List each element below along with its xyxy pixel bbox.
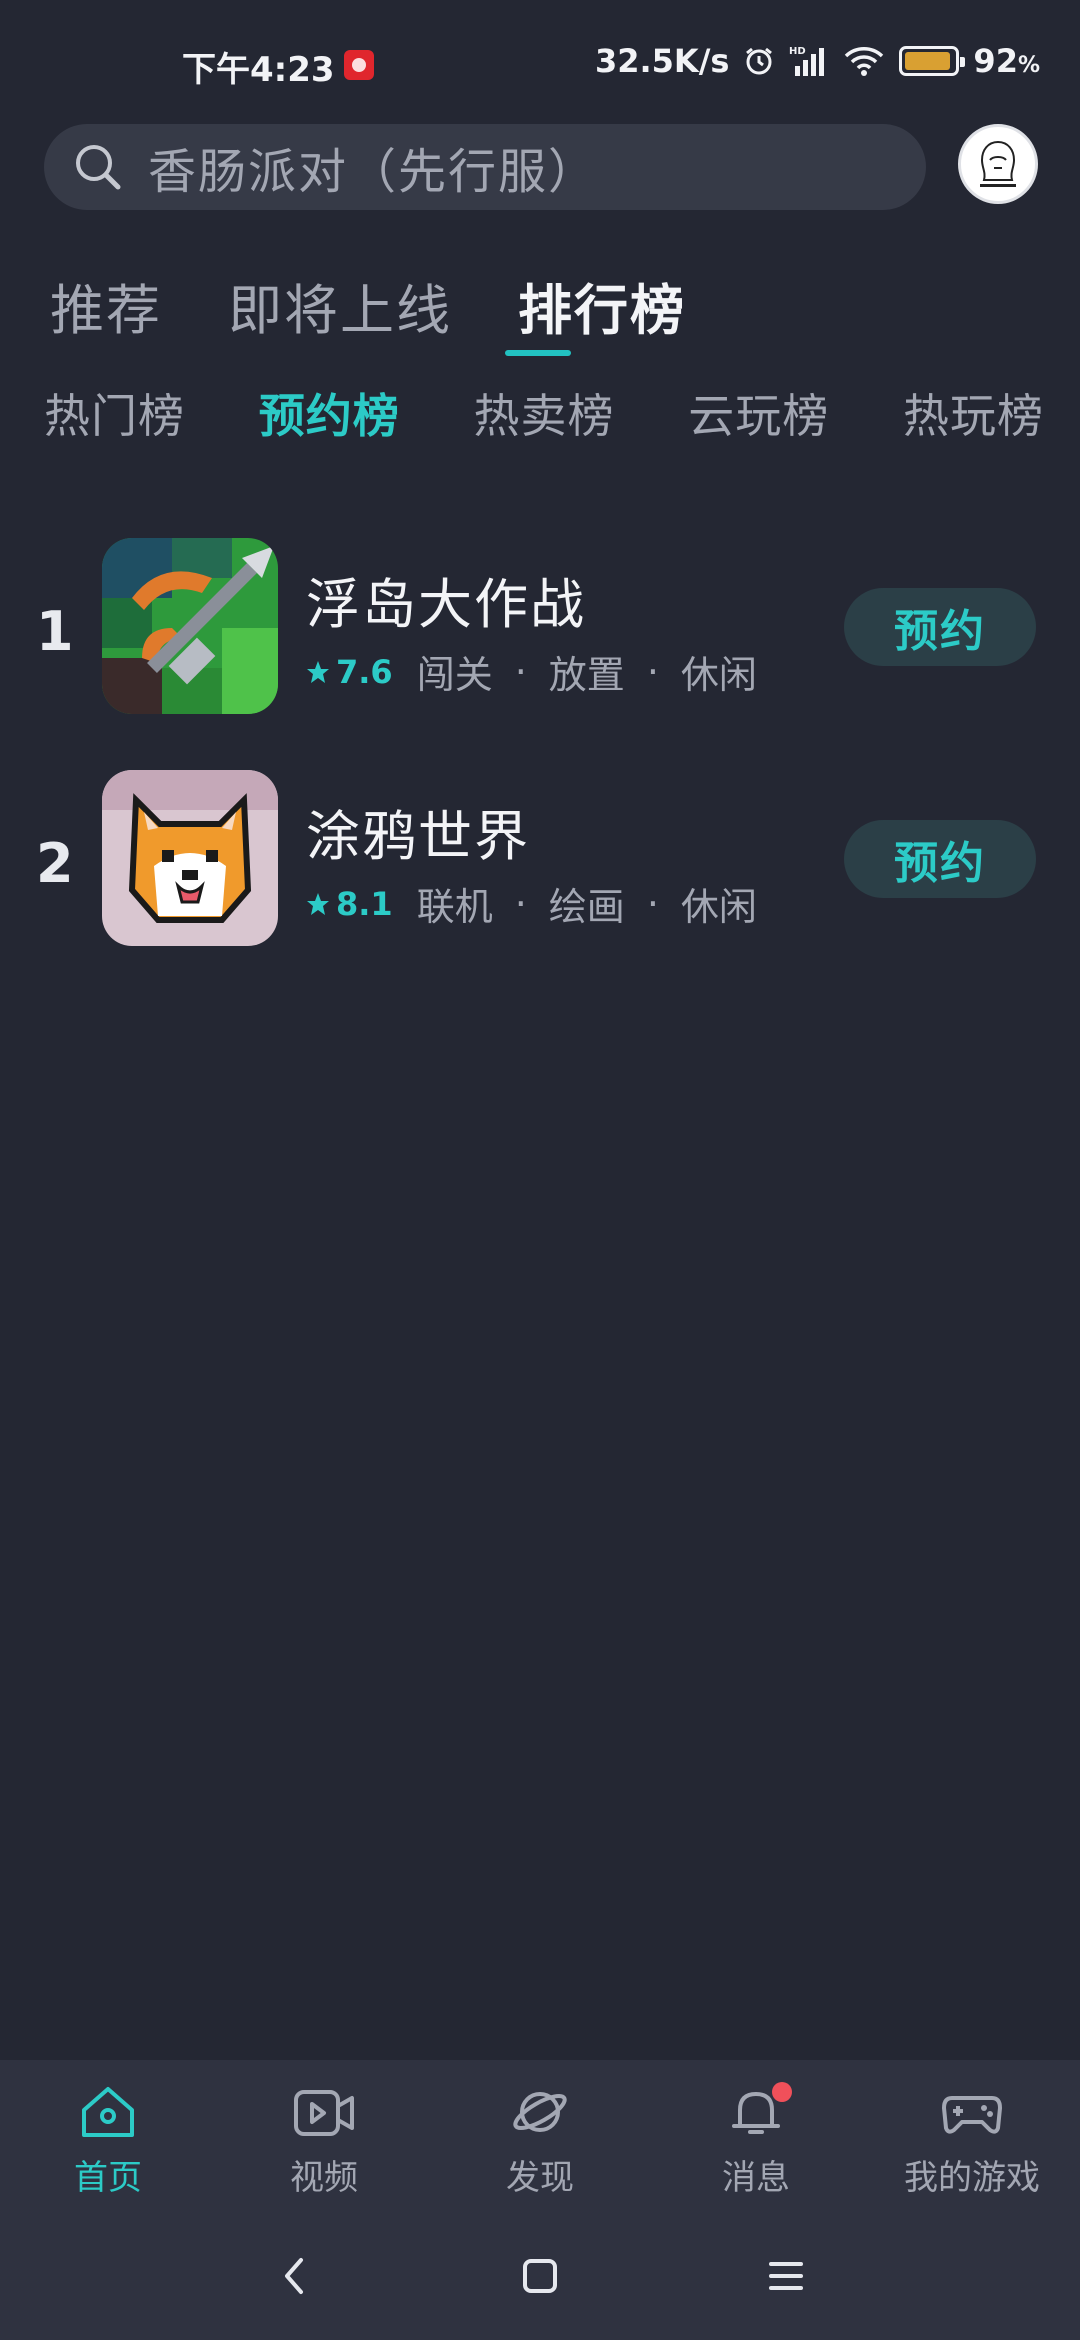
separator-dot: ·: [514, 881, 527, 926]
subtab-bestseller[interactable]: 热卖榜: [474, 380, 615, 446]
square-home-icon: [523, 2259, 557, 2293]
ranking-sub-tabs: 热门榜 预约榜 热卖榜 云玩榜 热玩榜: [44, 380, 1044, 446]
tag: 放置: [548, 653, 625, 697]
crossbow-game-icon: [102, 538, 278, 714]
system-nav-bar: [0, 2212, 1080, 2340]
separator-dot: ·: [646, 649, 659, 694]
home-button[interactable]: [510, 2246, 570, 2306]
game-icon[interactable]: [102, 538, 278, 714]
game-icon[interactable]: [102, 770, 278, 946]
home-icon: [82, 2087, 134, 2137]
nav-video[interactable]: 视频: [216, 2060, 432, 2212]
rating-value: 8.1: [336, 884, 393, 923]
tag: 休闲: [680, 885, 757, 929]
back-icon: [285, 2258, 303, 2294]
tag: 休闲: [680, 653, 757, 697]
tag: 绘画: [548, 885, 625, 929]
nav-label: 我的游戏: [904, 2158, 1040, 2198]
separator-dot: ·: [646, 881, 659, 926]
star-icon: [307, 892, 329, 915]
list-item[interactable]: 1 浮岛大作战 7.6 闯关 · 放置 · 休闲 预约: [0, 538, 1080, 770]
rank-number: 2: [36, 832, 74, 895]
game-meta: 7.6 闯关 · 放置 · 休闲: [306, 644, 757, 699]
gamepad-icon: [942, 2096, 1002, 2134]
shiba-dog-game-icon: [102, 770, 278, 946]
signal-icon: HD: [789, 46, 825, 76]
battery-percent: 92%: [973, 42, 1040, 80]
nav-label: 发现: [506, 2158, 574, 2198]
menu-button[interactable]: [756, 2246, 816, 2306]
battery-icon: [899, 46, 966, 76]
rank-number: 1: [36, 600, 74, 663]
avatar-image: [980, 140, 1016, 187]
rating: 8.1: [306, 885, 393, 923]
alarm-icon: [746, 47, 773, 75]
game-title[interactable]: 浮岛大作战: [306, 560, 586, 639]
subtab-cloud[interactable]: 云玩榜: [688, 380, 829, 446]
notification-app-icon: [344, 50, 374, 80]
search-bar[interactable]: 香肠派对（先行服）: [44, 124, 926, 210]
unread-badge: [772, 2082, 792, 2102]
game-meta: 8.1 联机 · 绘画 · 休闲: [306, 876, 757, 931]
top-tabs: 推荐 即将上线 排行榜: [50, 266, 686, 345]
ranking-list: 1 浮岛大作战 7.6 闯关 · 放置 · 休闲 预约 2 涂鸦世界 8.1 联…: [0, 538, 1080, 1002]
tag: 闯关: [416, 653, 493, 697]
tab-ranking[interactable]: 排行榜: [518, 266, 686, 345]
tab-upcoming[interactable]: 即将上线: [228, 266, 452, 345]
rating: 7.6: [306, 653, 393, 691]
nav-discover[interactable]: 发现: [432, 2060, 648, 2212]
video-icon: [294, 2090, 354, 2136]
planet-icon: [513, 2092, 567, 2132]
tab-recommend[interactable]: 推荐: [50, 266, 162, 345]
network-speed: 32.5K/s: [594, 42, 730, 80]
reserve-button[interactable]: 预约: [844, 588, 1036, 666]
wifi-icon: [845, 47, 884, 76]
status-time: 下午4:23: [182, 50, 335, 90]
menu-icon: [769, 2262, 803, 2290]
battery-level: [905, 52, 950, 70]
game-title[interactable]: 涂鸦世界: [306, 792, 530, 871]
nav-my-games[interactable]: 我的游戏: [864, 2060, 1080, 2212]
back-button[interactable]: [264, 2246, 324, 2306]
status-indicators: 32.5K/s HD 92%: [595, 42, 1040, 80]
list-item[interactable]: 2 涂鸦世界 8.1 联机 · 绘画 · 休闲 预约: [0, 770, 1080, 1002]
nav-messages[interactable]: 消息: [648, 2060, 864, 2212]
star-icon: [307, 660, 329, 683]
search-placeholder: 香肠派对（先行服）: [148, 144, 599, 200]
nav-label: 视频: [290, 2158, 358, 2198]
subtab-reserve[interactable]: 预约榜: [259, 380, 400, 446]
rating-value: 7.6: [336, 652, 393, 691]
subtab-hot[interactable]: 热门榜: [44, 380, 185, 446]
nav-label: 首页: [74, 2158, 142, 2198]
separator-dot: ·: [514, 649, 527, 694]
nav-label: 消息: [722, 2158, 790, 2198]
search-icon: [76, 145, 121, 190]
subtab-hot-play[interactable]: 热玩榜: [903, 380, 1044, 446]
status-bar: 下午4:23 32.5K/s HD 92%: [0, 0, 1080, 130]
tag: 联机: [416, 885, 493, 929]
reserve-button[interactable]: 预约: [844, 820, 1036, 898]
svg-text:HD: HD: [789, 46, 806, 57]
avatar[interactable]: [958, 124, 1038, 204]
nav-home[interactable]: 首页: [0, 2060, 216, 2212]
active-tab-indicator: [505, 350, 571, 356]
bottom-nav: 首页 视频 发现 消息 我的游戏: [0, 2060, 1080, 2212]
